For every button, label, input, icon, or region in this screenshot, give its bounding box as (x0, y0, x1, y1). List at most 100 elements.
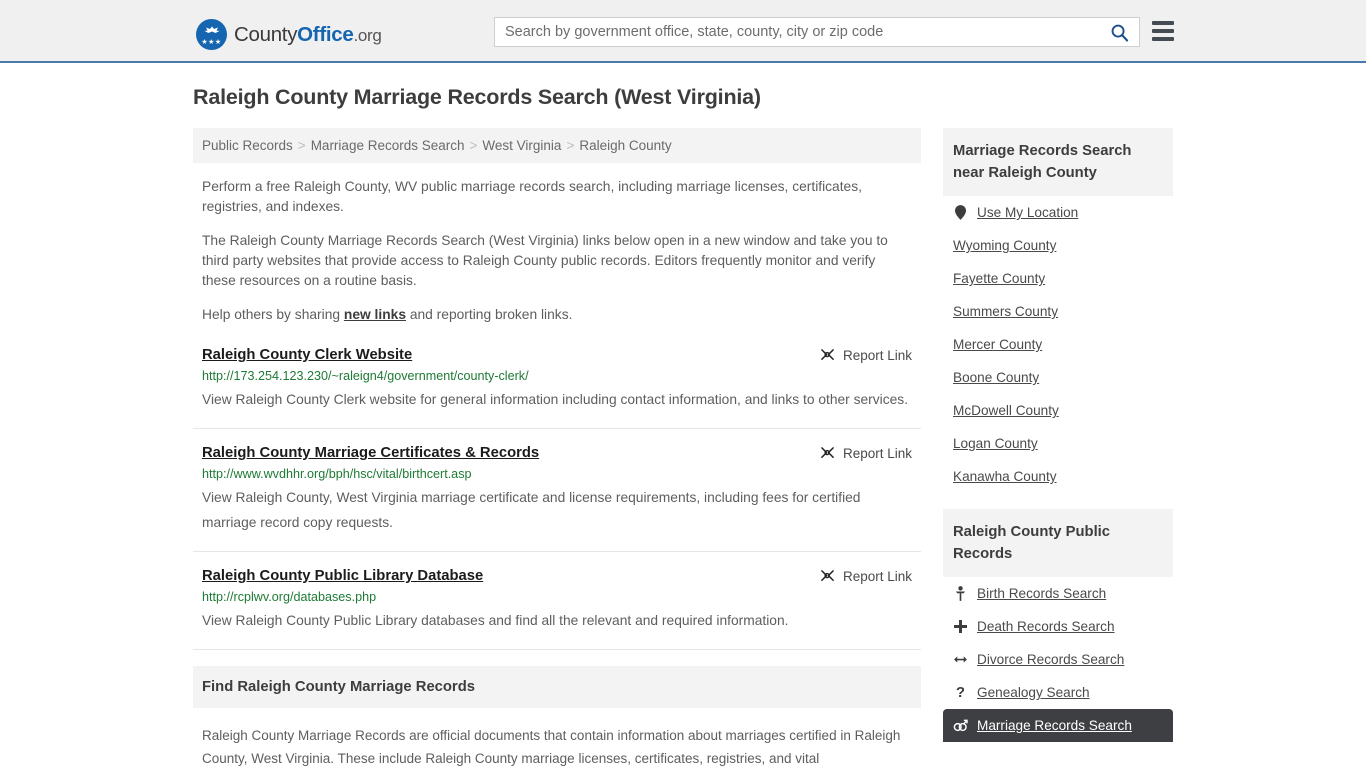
report-link-button[interactable]: Report Link (820, 569, 912, 584)
sidebar-item-label: Wyoming County (953, 238, 1057, 253)
result-url[interactable]: http://rcplwv.org/databases.php (202, 590, 912, 604)
list-item: Kanawha County (943, 460, 1173, 493)
find-records-heading: Find Raleigh County Marriage Records (193, 666, 921, 708)
sidebar-item-wyoming-county[interactable]: Wyoming County (943, 229, 1173, 262)
intro-p3-after: and reporting broken links. (406, 307, 573, 322)
sidebar-item-label: Mercer County (953, 337, 1043, 352)
result-header: Raleigh County Public Library Database R… (202, 568, 912, 584)
eagle-icon (204, 26, 219, 33)
find-records-section: Find Raleigh County Marriage Records Ral… (193, 666, 921, 768)
intro-paragraph-2: The Raleigh County Marriage Records Sear… (202, 233, 888, 288)
sidebar-item-divorce-records-search[interactable]: Divorce Records Search (943, 643, 1173, 676)
intro-paragraph-1: Perform a free Raleigh County, WV public… (202, 179, 862, 214)
countyoffice-eagle-logo-icon: ★★★ (196, 19, 227, 50)
report-link-label: Report Link (842, 446, 912, 461)
logo-text-office: Office (297, 22, 354, 46)
sidebar-item-label: Genealogy Search (977, 685, 1090, 700)
breadcrumb-separator: > (469, 138, 478, 153)
sidebar-item-label: Divorce Records Search (977, 652, 1125, 667)
search-input[interactable] (495, 18, 1099, 46)
result-description: View Raleigh County, West Virginia marri… (202, 490, 861, 530)
sidebar-item-kanawha-county[interactable]: Kanawha County (943, 460, 1173, 493)
logo-stars: ★★★ (201, 39, 222, 46)
question-mark-icon: ? (955, 684, 966, 701)
breadcrumb-item-west-virginia[interactable]: West Virginia (482, 138, 561, 153)
find-records-paragraph: Raleigh County Marriage Records are offi… (202, 728, 901, 766)
sidebar-item-mercer-county[interactable]: Mercer County (943, 328, 1173, 361)
result-title-link[interactable]: Raleigh County Clerk Website (202, 347, 412, 363)
sidebar-item-marriage-records-search[interactable]: Marriage Records Search (943, 709, 1173, 742)
list-item: Death Records Search (943, 610, 1173, 643)
site-header: ★★★ CountyOffice.org (0, 0, 1366, 63)
new-links-link[interactable]: new links (344, 307, 406, 322)
list-item: Divorce Records Search (943, 643, 1173, 676)
main-column: Public Records > Marriage Records Search > W… (193, 128, 921, 768)
sidebar-item-label: Fayette County (953, 271, 1046, 286)
two-column-layout: Public Records > Marriage Records Search > W… (193, 128, 1173, 768)
interlocking-rings-icon (953, 719, 968, 732)
sidebar-item-boone-county[interactable]: Boone County (943, 361, 1173, 394)
site-logo[interactable]: ★★★ CountyOffice.org (196, 19, 382, 50)
sidebar-item-label: Use My Location (977, 205, 1079, 220)
sidebar-item-birth-records-search[interactable]: Birth Records Search (943, 577, 1173, 610)
report-link-label: Report Link (842, 569, 912, 584)
sidebar-public-records-heading: Raleigh County Public Records (943, 509, 1173, 577)
breadcrumb-item-marriage-records-search[interactable]: Marriage Records Search (311, 138, 465, 153)
sidebar-item-label: Birth Records Search (977, 586, 1107, 601)
result-item: Raleigh County Marriage Certificates & R… (193, 445, 921, 552)
result-title-link[interactable]: Raleigh County Public Library Database (202, 568, 483, 584)
content-container: Raleigh County Marriage Records Search (… (193, 63, 1173, 768)
list-item: Birth Records Search (943, 577, 1173, 610)
breadcrumb: Public Records > Marriage Records Search > W… (193, 128, 921, 163)
search-bar (494, 17, 1140, 47)
list-item: Summers County (943, 295, 1173, 328)
result-header: Raleigh County Marriage Certificates & R… (202, 445, 912, 461)
sidebar-item-label: Boone County (953, 370, 1040, 385)
breadcrumb-separator: > (297, 138, 306, 153)
sidebar-item-genealogy-search[interactable]: ? Genealogy Search (943, 676, 1173, 709)
hamburger-bar (1152, 29, 1174, 33)
list-item: McDowell County (943, 394, 1173, 427)
intro-paragraph-3: Help others by sharing new links and rep… (193, 305, 921, 325)
breadcrumb-item-public-records[interactable]: Public Records (202, 138, 293, 153)
list-item: Marriage Records Search (943, 709, 1173, 742)
baby-icon (953, 586, 968, 601)
sidebar-item-label: Summers County (953, 304, 1059, 319)
broken-link-icon (821, 447, 834, 458)
sidebar-public-records-list: Birth Records Search Death Records Searc… (943, 577, 1173, 742)
result-title-link[interactable]: Raleigh County Marriage Certificates & R… (202, 445, 539, 461)
intro-p3-before: Help others by sharing (202, 307, 344, 322)
report-link-button[interactable]: Report Link (820, 446, 912, 461)
page-body: Raleigh County Marriage Records Search (… (0, 63, 1366, 768)
sidebar-item-label: Kanawha County (953, 469, 1057, 484)
sidebar-nearby-heading: Marriage Records Search near Raleigh Cou… (943, 128, 1173, 196)
broken-link-icon (821, 570, 834, 581)
sidebar-item-logan-county[interactable]: Logan County (943, 427, 1173, 460)
sidebar-item-label: Marriage Records Search (977, 718, 1132, 733)
result-url[interactable]: http://www.wvdhhr.org/bph/hsc/vital/birt… (202, 467, 912, 481)
sidebar-item-death-records-search[interactable]: Death Records Search (943, 610, 1173, 643)
results-list: Raleigh County Clerk Website Report Link… (193, 347, 921, 650)
sidebar-item-use-my-location[interactable]: Use My Location (943, 196, 1173, 229)
report-link-button[interactable]: Report Link (820, 348, 912, 363)
result-item: Raleigh County Public Library Database R… (193, 568, 921, 650)
sidebar-item-mcdowell-county[interactable]: McDowell County (943, 394, 1173, 427)
search-button[interactable] (1099, 18, 1139, 46)
sidebar-nearby-box: Marriage Records Search near Raleigh Cou… (943, 128, 1173, 493)
sidebar: Marriage Records Search near Raleigh Cou… (943, 128, 1173, 758)
intro-text: Perform a free Raleigh County, WV public… (193, 177, 921, 325)
result-description: View Raleigh County Clerk website for ge… (202, 392, 909, 407)
double-arrow-icon (953, 654, 968, 665)
hamburger-bar (1152, 37, 1174, 41)
result-header: Raleigh County Clerk Website Report Link (202, 347, 912, 363)
sidebar-item-summers-county[interactable]: Summers County (943, 295, 1173, 328)
sidebar-item-label: McDowell County (953, 403, 1059, 418)
hamburger-menu-icon[interactable] (1152, 21, 1174, 41)
breadcrumb-item-raleigh-county[interactable]: Raleigh County (579, 138, 671, 153)
sidebar-public-records-box: Raleigh County Public Records Birth Reco… (943, 509, 1173, 742)
result-item: Raleigh County Clerk Website Report Link… (193, 347, 921, 429)
list-item: ? Genealogy Search (943, 676, 1173, 709)
sidebar-item-fayette-county[interactable]: Fayette County (943, 262, 1173, 295)
map-pin-icon (953, 205, 968, 220)
result-url[interactable]: http://173.254.123.230/~raleign4/governm… (202, 369, 912, 383)
